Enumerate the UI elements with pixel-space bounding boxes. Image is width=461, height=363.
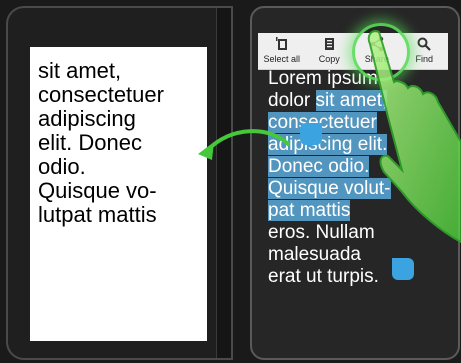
text-line: erat ut turpis. [268, 266, 453, 288]
preview-line: sit amet, [38, 58, 122, 83]
curved-arrow-icon [198, 129, 290, 160]
preview-line: elit. Donec [38, 130, 142, 155]
select-all-icon [275, 37, 287, 50]
text-plain: dolor [268, 90, 316, 111]
left-device-rail [216, 8, 231, 358]
selection-start-handle[interactable] [300, 123, 322, 145]
pointing-hand-icon [367, 30, 461, 244]
preview-line: odio. [38, 154, 86, 179]
preview-line: adipiscing [38, 106, 136, 131]
preview-line: Quisque vo- [38, 178, 157, 203]
preview-line: lutpat mattis [38, 202, 157, 227]
text-plain: erat ut turpis. [268, 266, 379, 287]
select-all-label: Select all [263, 54, 301, 64]
selection-end-handle[interactable] [392, 258, 414, 280]
illustration-stage: sit amet, consectetuer adipiscing elit. … [0, 0, 461, 363]
preview-line: consectetuer [38, 82, 164, 107]
text-line: malesuada [268, 244, 453, 266]
select-all-button[interactable]: Select all [258, 33, 306, 69]
text-plain: malesuada [268, 244, 361, 265]
shared-text-preview: sit amet, consectetuer adipiscing elit. … [30, 47, 207, 341]
